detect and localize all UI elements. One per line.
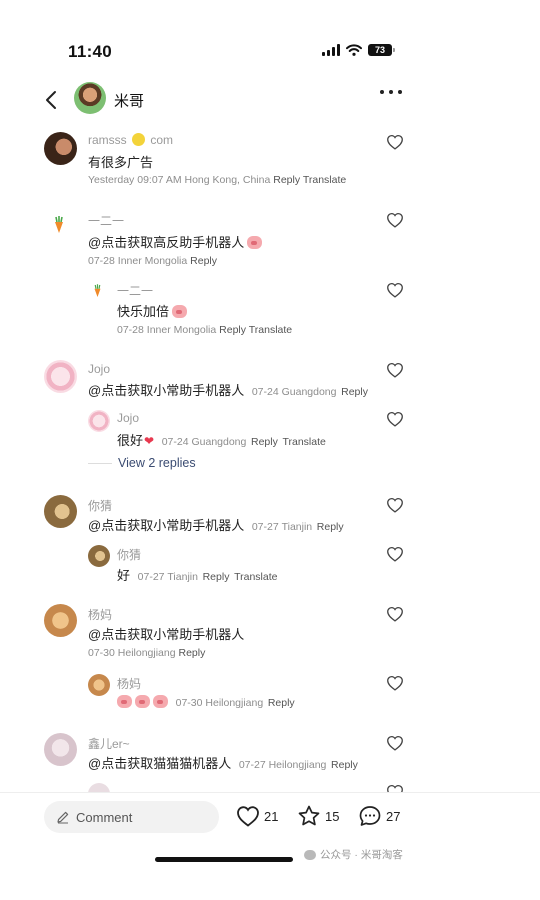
- comment-username[interactable]: ramsss com: [88, 133, 173, 147]
- comment-username[interactable]: 杨妈: [88, 606, 112, 623]
- reply-avatar[interactable]: [88, 545, 110, 567]
- wechat-icon: [304, 849, 316, 860]
- comment-count: 27: [386, 808, 401, 824]
- reply-avatar[interactable]: [88, 410, 110, 432]
- favorite-count: 15: [325, 808, 340, 824]
- reply-link[interactable]: Reply: [317, 521, 344, 533]
- nav-bar: 米哥: [0, 80, 540, 120]
- bottom-action-bar: Comment 21 15 27: [0, 792, 540, 840]
- reply-link[interactable]: Reply: [268, 697, 295, 709]
- coin-emoji: [132, 133, 146, 146]
- reply-username[interactable]: 杨妈: [117, 675, 141, 692]
- author-avatar[interactable]: [74, 82, 106, 114]
- like-heart-icon[interactable]: [386, 411, 404, 427]
- watermark: 公众号 · 米哥淘客: [304, 847, 403, 862]
- like-heart-icon[interactable]: [386, 497, 404, 513]
- comment-text: @点击获取高反助手机器人: [88, 232, 263, 251]
- pig-emoji: [247, 236, 263, 249]
- reply-link[interactable]: Reply: [331, 759, 358, 771]
- home-indicator[interactable]: [155, 857, 293, 862]
- like-count: 21: [264, 808, 279, 824]
- watermark-text: 公众号 · 米哥淘客: [320, 849, 403, 861]
- status-bar: 11:40 73: [0, 0, 540, 80]
- comment-text: @点击获取猫猫猫机器人 07-27 Heilongjiang Reply: [88, 756, 358, 771]
- comment-text: @点击获取小常助手机器人 07-27 Tianjin Reply: [88, 518, 344, 533]
- comments-button[interactable]: 27: [358, 805, 400, 827]
- comment-username[interactable]: 鑫儿er~: [88, 735, 130, 752]
- like-heart-icon[interactable]: [386, 282, 404, 298]
- comment-meta: 07-28 Inner Mongolia Reply: [88, 255, 218, 267]
- user-avatar[interactable]: [44, 733, 77, 766]
- wifi-icon: [346, 44, 362, 56]
- battery-icon: 73: [368, 44, 395, 56]
- user-avatar[interactable]: [44, 132, 77, 165]
- translate-link[interactable]: Translate: [303, 174, 346, 186]
- comment-list: ramsss com 有很多广告 Yesterday 09:07 AM Hong…: [0, 124, 420, 792]
- reply-avatar[interactable]: [88, 674, 110, 696]
- pig-emoji: [172, 305, 188, 318]
- like-heart-icon[interactable]: [386, 735, 404, 751]
- comment-username[interactable]: 一二一: [88, 212, 124, 229]
- translate-link[interactable]: Translate: [282, 436, 325, 448]
- comment-text: @点击获取小常助手机器人 07-24 Guangdong Reply: [88, 383, 368, 398]
- favorite-button[interactable]: 15: [297, 805, 339, 827]
- pig-emoji: [153, 695, 168, 708]
- reply-text: 很好❤ 07-24 Guangdong Reply Translate: [117, 433, 326, 448]
- like-heart-icon[interactable]: [386, 546, 404, 562]
- pig-emoji: [117, 695, 132, 708]
- carrot-avatar-icon[interactable]: [93, 284, 102, 298]
- pig-emoji: [135, 695, 150, 708]
- reply-username[interactable]: Jojo: [117, 411, 139, 425]
- status-time: 11:40: [68, 42, 113, 61]
- like-heart-icon[interactable]: [386, 675, 404, 691]
- reply-text: 快乐加倍: [117, 301, 188, 320]
- star-icon: [298, 805, 320, 826]
- like-heart-icon[interactable]: [386, 784, 404, 792]
- view-replies-link[interactable]: View 2 replies: [88, 456, 196, 470]
- reply-link[interactable]: Reply: [219, 324, 246, 336]
- comment-username[interactable]: Jojo: [88, 362, 110, 376]
- like-button[interactable]: 21: [236, 805, 278, 827]
- reply-link[interactable]: Reply: [273, 174, 300, 186]
- comment-text: 有很多广告: [88, 155, 154, 170]
- pencil-icon: [57, 811, 69, 824]
- reply-link[interactable]: Reply: [341, 386, 368, 398]
- reply-link[interactable]: Reply: [203, 571, 230, 583]
- reply-text: 好 07-27 Tianjin Reply Translate: [117, 568, 278, 583]
- comment-text: @点击获取小常助手机器人: [88, 627, 245, 642]
- comment-input[interactable]: Comment: [44, 801, 219, 833]
- back-icon[interactable]: [42, 88, 62, 112]
- translate-link[interactable]: Translate: [234, 571, 277, 583]
- carrot-avatar-icon[interactable]: [53, 216, 65, 234]
- like-heart-icon[interactable]: [386, 134, 404, 150]
- reply-link[interactable]: Reply: [190, 255, 217, 267]
- heart-icon: [237, 806, 259, 827]
- red-heart-emoji: ❤: [144, 434, 155, 448]
- reply-username[interactable]: 你猜: [117, 546, 141, 563]
- author-name[interactable]: 米哥: [114, 90, 144, 111]
- like-heart-icon[interactable]: [386, 212, 404, 228]
- like-heart-icon[interactable]: [386, 362, 404, 378]
- more-options-icon[interactable]: [380, 90, 402, 94]
- user-avatar[interactable]: [44, 604, 77, 637]
- reply-link[interactable]: Reply: [179, 647, 206, 659]
- reply-avatar[interactable]: [88, 783, 110, 792]
- comment-placeholder: Comment: [76, 809, 133, 825]
- comment-username[interactable]: 你猜: [88, 497, 112, 514]
- like-heart-icon[interactable]: [386, 606, 404, 622]
- cellular-signal-icon: [322, 44, 340, 56]
- comment-meta: 07-30 Heilongjiang Reply: [88, 647, 206, 659]
- reply-text: 07-30 Heilongjiang Reply: [117, 694, 295, 709]
- reply-link[interactable]: Reply: [251, 436, 278, 448]
- reply-meta: 07-28 Inner Mongolia Reply Translate: [117, 324, 293, 336]
- chat-bubble-icon: [359, 806, 381, 826]
- reply-username[interactable]: 一二一: [117, 282, 153, 299]
- translate-link[interactable]: Translate: [249, 324, 292, 336]
- status-icons: 73: [322, 44, 395, 56]
- user-avatar[interactable]: [44, 360, 77, 393]
- comment-meta: Yesterday 09:07 AM Hong Kong, China Repl…: [88, 174, 347, 186]
- user-avatar[interactable]: [44, 495, 77, 528]
